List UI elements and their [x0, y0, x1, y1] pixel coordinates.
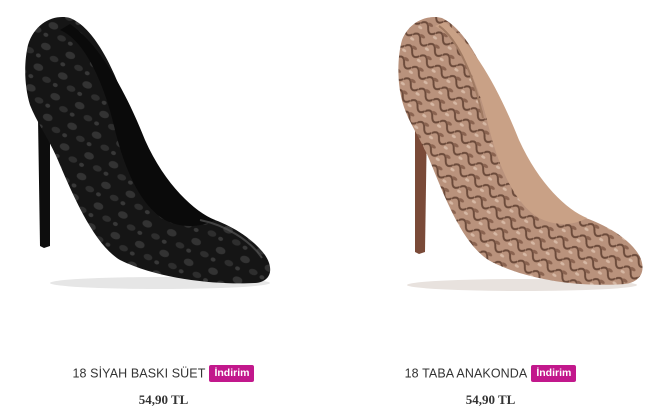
black-pump-shoe-icon [25, 17, 271, 289]
product-name[interactable]: 18 TABA ANAKONDA [405, 367, 528, 381]
product-caption-1: 18 SİYAH BASKI SÜET İndirim [0, 364, 327, 383]
product-caption-2: 18 TABA ANAKONDA İndirim [327, 364, 654, 383]
product-card-2[interactable]: 18 TABA ANAKONDA İndirim 54,90 TL [327, 0, 654, 419]
product-image-1[interactable] [0, 0, 327, 350]
snakeskin-pump-shoe-icon [398, 16, 643, 291]
product-price: 54,90 TL [465, 392, 516, 407]
product-name[interactable]: 18 SİYAH BASKI SÜET [73, 367, 206, 381]
product-card-1[interactable]: 18 SİYAH BASKI SÜET İndirim 54,90 TL [0, 0, 327, 419]
discount-badge: İndirim [209, 365, 255, 383]
product-price: 54,90 TL [138, 392, 189, 407]
product-image-2[interactable] [327, 0, 654, 350]
discount-badge: İndirim [531, 365, 577, 383]
